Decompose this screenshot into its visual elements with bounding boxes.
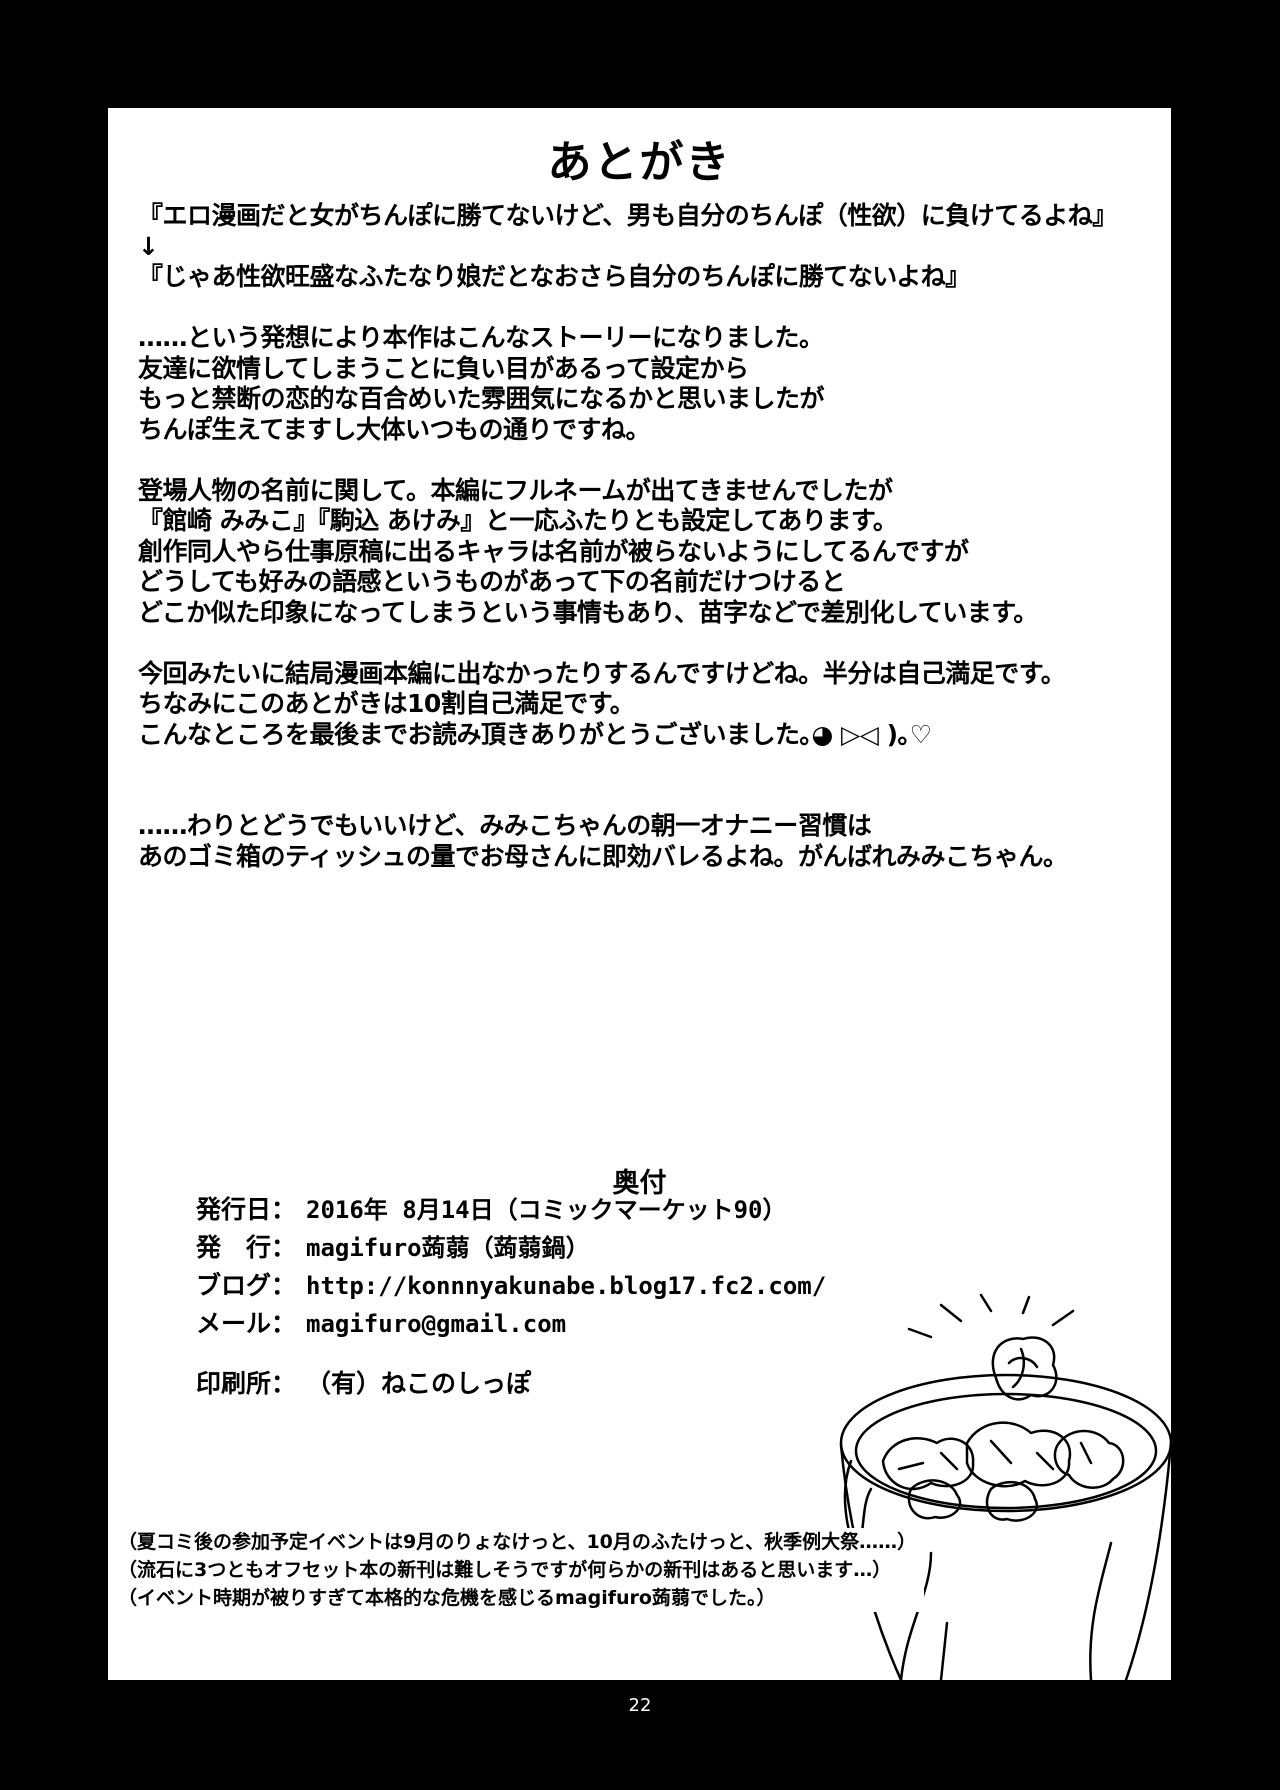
afterword-line: ちなみにこのあとがきは10割自己満足です。 [138, 689, 635, 718]
afterword-line: どこか似た印象になってしまうという事情もあり、苗字などで差別化しています。 [138, 597, 1038, 627]
page-number: 22 [628, 1695, 652, 1716]
afterword-line: こんなところを最後までお読み頂きありがとうございました｡◕ ▷◁ )｡♡ [138, 719, 932, 749]
colophon: 発行日： 2016年 8月14日（コミックマーケット90） 発 行： magifur… [196, 1191, 826, 1403]
afterword-line: 友達に欲情してしまうことに負い目があるって設定から [138, 353, 749, 383]
colophon-value: magifuro蒟蒻（蒟蒻鍋） [306, 1234, 590, 1262]
colophon-label: 発 行： [196, 1233, 297, 1262]
afterword-line: 『じゃあ性欲旺盛なふたなり娘だとなおさら自分のちんぽに勝てないよね』 [138, 262, 970, 291]
colophon-row-printer: 印刷所： （有）ねこのしっぽ [196, 1365, 826, 1403]
afterword-line: 『館崎 みみこ』『駒込 あけみ』と一応ふたりとも設定してあります。 [138, 506, 898, 535]
colophon-label: ブログ： [196, 1271, 297, 1300]
trash-bin-illustration [839, 1293, 1171, 1680]
colophon-row-date: 発行日： 2016年 8月14日（コミックマーケット90） [196, 1191, 826, 1229]
afterword-title: あとがき [547, 137, 732, 188]
afterword-line: 登場人物の名前に関して。本編にフルネームが出てきませんでしたが [138, 475, 893, 505]
afterword-line: 今回みたいに結局漫画本編に出なかったりするんですけどね。半分は自己満足です。 [138, 658, 1066, 688]
colophon-label: 印刷所： [196, 1369, 297, 1398]
afterword-line: ……という発想により本作はこんなストーリーになりました。 [138, 323, 824, 352]
note-line: （イベント時期が被りすぎて本格的な危機を感じるmagifuro蒟蒻でした。） [118, 1587, 776, 1609]
page: あとがき 『エロ漫画だと女がちんぽに勝てないけど、男も自分のちんぽ（性欲）に負け… [108, 108, 1171, 1680]
colophon-value: http://konnnyakunabe.blog17.fc2.com/ [306, 1272, 827, 1300]
colophon-row-blog: ブログ： http://konnnyakunabe.blog17.fc2.com/ [196, 1267, 826, 1305]
notes: （夏コミ後の参加予定イベントは9月のりょなけっと、10月のふたけっと、秋季例大祭… [118, 1528, 925, 1612]
afterword-body: 『エロ漫画だと女がちんぽに勝てないけど、男も自分のちんぽ（性欲）に負けてるよね』… [138, 201, 1161, 872]
colophon-label: 発行日： [196, 1195, 297, 1224]
afterword-line: あのゴミ箱のティッシュの量でお母さんに即効バレるよね。がんばれみみこちゃん。 [138, 841, 1068, 871]
colophon-label: メール： [196, 1309, 297, 1338]
colophon-value: （有）ねこのしっぽ [306, 1369, 532, 1398]
colophon-row-publisher: 発 行： magifuro蒟蒻（蒟蒻鍋） [196, 1229, 826, 1267]
afterword-line: ちんぽ生えてますし大体いつもの通りですね。 [138, 414, 651, 444]
note-line: （夏コミ後の参加予定イベントは9月のりょなけっと、10月のふたけっと、秋季例大祭… [118, 1531, 917, 1553]
afterword-line: ↓ [138, 231, 159, 261]
afterword-line: 創作同人やら仕事原稿に出るキャラは名前が被らないようにしてるんですが [138, 536, 969, 566]
afterword-line: どうしても好みの語感というものがあって下の名前だけつけると [138, 567, 846, 596]
note-line: （流石に3つともオフセット本の新刊は難しそうですが何らかの新刊はあると思います…… [118, 1559, 892, 1581]
afterword-line: 『エロ漫画だと女がちんぽに勝てないけど、男も自分のちんぽ（性欲）に負けてるよね』 [138, 201, 1117, 230]
colophon-value: 2016年 8月14日（コミックマーケット90） [306, 1196, 787, 1224]
afterword-line: ……わりとどうでもいいけど、みみこちゃんの朝一オナニー習慣は [138, 811, 872, 840]
colophon-row-email: メール： magifuro@gmail.com [196, 1305, 826, 1343]
colophon-value: magifuro@gmail.com [306, 1310, 567, 1338]
afterword-line: もっと禁断の恋的な百合めいた雰囲気になるかと思いましたが [138, 384, 825, 413]
